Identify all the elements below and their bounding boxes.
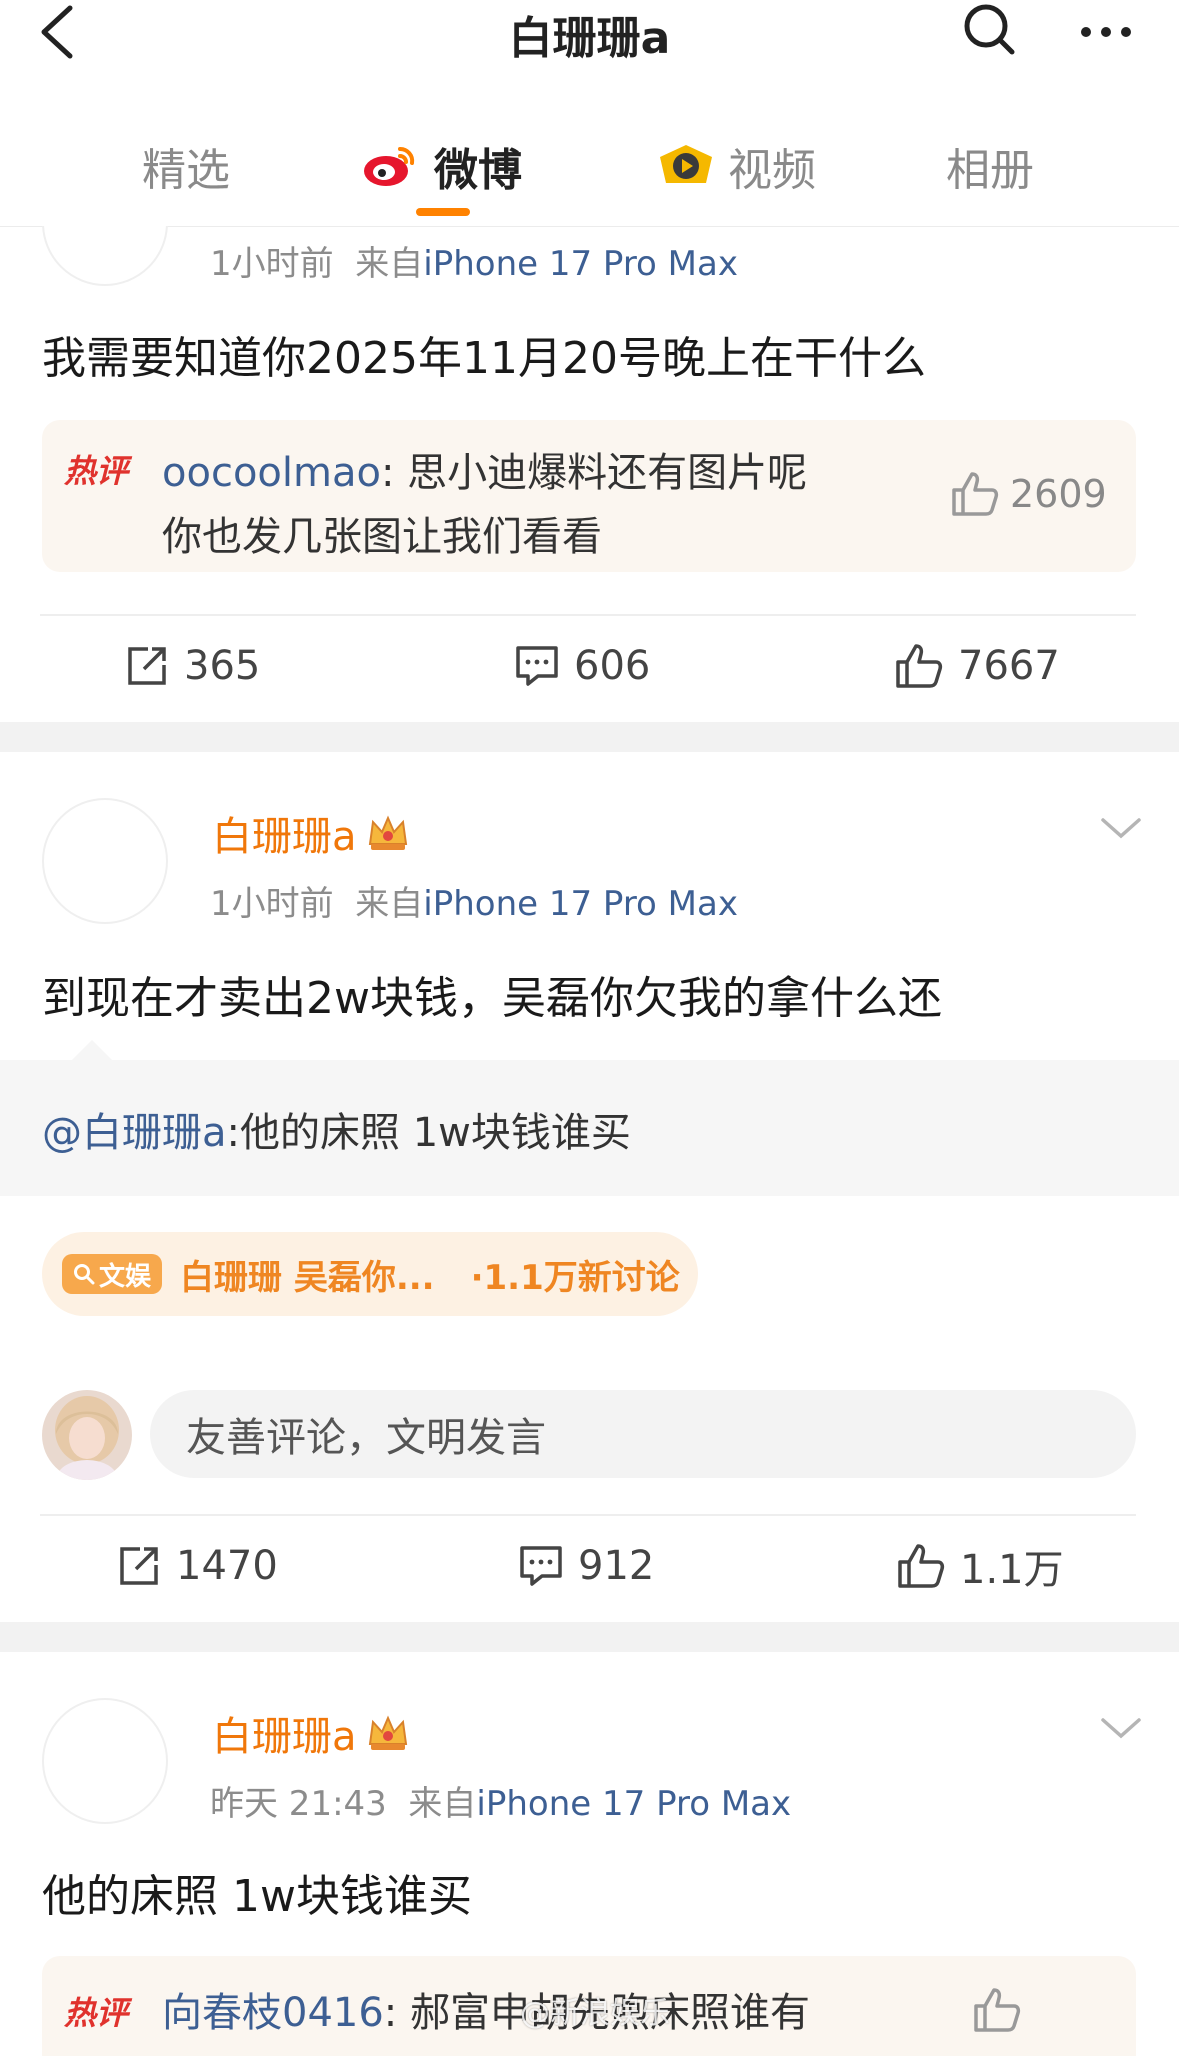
tab-weibo[interactable]: 微博 (360, 136, 522, 196)
reposted-text: @白珊珊a:他的床照 1w块钱谁买 (42, 1100, 631, 1158)
reposted-user[interactable]: @白珊珊a (42, 1110, 227, 1156)
hot-comment-tag: 热评 (64, 1994, 129, 2032)
post-source: iPhone 17 Pro Max (423, 244, 738, 284)
watermark: @新浪娱乐 (520, 1996, 670, 2031)
video-play-icon (660, 145, 712, 183)
tab-label: 视频 (728, 145, 816, 196)
post-source-prefix: 来自 (408, 1784, 477, 1824)
post-action-bar: 365 606 7667 (0, 616, 1179, 716)
thumbs-up-icon (952, 472, 999, 516)
hot-comment-user[interactable]: oocoolmao (162, 450, 381, 496)
search-icon[interactable] (962, 2, 1018, 58)
reposted-content[interactable]: @白珊珊a:他的床照 1w块钱谁买 (0, 1060, 1179, 1196)
repost-count: 365 (184, 643, 261, 689)
tab-album[interactable]: 相册 (946, 136, 1034, 196)
topic-title: 白珊珊 吴磊你... (180, 1257, 435, 1298)
post-separator (0, 722, 1179, 752)
post-time: 昨天 21:43 (210, 1784, 387, 1824)
comment-count: 606 (574, 643, 651, 689)
repost-button[interactable]: 1470 (116, 1516, 278, 1616)
comment-icon (520, 1546, 562, 1586)
post-source-prefix: 来自 (355, 244, 424, 284)
post-text[interactable]: 我需要知道你2025年11月20号晚上在干什么 (42, 322, 926, 386)
username[interactable]: 白珊珊a (212, 804, 357, 862)
hot-comment-line1: 向春枝0416: 郝富申胡先煦床照谁有 (162, 1990, 810, 2036)
comment-input[interactable]: 友善评论，文明发言 (150, 1390, 1136, 1478)
repost-icon (120, 1547, 158, 1585)
thumbs-up-icon (898, 1544, 945, 1588)
post-author[interactable]: 白珊珊a (212, 1704, 411, 1762)
post-time: 1小时前 (210, 244, 334, 284)
post-source: iPhone 17 Pro Max (476, 1784, 792, 1824)
comment-input-placeholder: 友善评论，文明发言 (186, 1415, 546, 1461)
hot-comment-like-count: 2609 (1010, 472, 1107, 516)
topic-badge-label: 文娱 (98, 1261, 151, 1292)
hot-comment-text: 思小迪爆料还有图片呢 (407, 450, 808, 496)
topic-pill[interactable]: 文娱 白珊珊 吴磊你... ·1.1万新讨论 (42, 1232, 698, 1316)
comment-count: 912 (578, 1543, 655, 1589)
hot-comment-line2: 你也发几张图让我们看看 (162, 514, 602, 560)
topic-discussion-count: ·1.1万新讨论 (470, 1257, 680, 1298)
hot-comment[interactable]: 热评 oocoolmao: 思小迪爆料还有图片呢 你也发几张图让我们看看 260… (42, 420, 1136, 572)
post-time: 1小时前 (210, 884, 334, 924)
post-source-prefix: 来自 (355, 884, 424, 924)
hot-comment-tag: 热评 (64, 452, 129, 490)
avatar-image (42, 1390, 132, 1480)
hot-comment-user[interactable]: 向春枝0416 (162, 1990, 384, 2036)
post-author[interactable]: 白珊珊a (212, 804, 411, 862)
post-text[interactable]: 他的床照 1w块钱谁买 (42, 1860, 472, 1924)
chevron-down-icon[interactable] (1100, 1714, 1142, 1742)
weibo-logo-icon (364, 146, 415, 186)
repost-count: 1470 (176, 1543, 278, 1589)
avatar[interactable] (42, 1698, 168, 1824)
reposted-body: :他的床照 1w块钱谁买 (226, 1110, 631, 1156)
thumbs-up-icon (896, 644, 943, 688)
chevron-down-icon[interactable] (1100, 814, 1142, 842)
post-separator (0, 1622, 1179, 1652)
comment-icon (516, 646, 558, 686)
post-meta: 1小时前 来自iPhone 17 Pro Max (210, 236, 738, 285)
hot-comment-like-button[interactable]: 2609 (950, 470, 1107, 518)
post-action-bar: 1470 912 1.1万 (0, 1516, 1179, 1616)
tab-label: 微博 (434, 145, 522, 196)
search-icon (73, 1264, 95, 1285)
post-meta: 1小时前 来自iPhone 17 Pro Max (210, 876, 738, 925)
like-button[interactable]: 7667 (894, 616, 1060, 716)
repost-icon (128, 647, 166, 685)
post-meta: 昨天 21:43 来自iPhone 17 Pro Max (210, 1776, 791, 1825)
current-user-avatar[interactable] (42, 1390, 132, 1480)
thumbs-up-icon[interactable] (972, 1986, 1022, 2034)
post-source: iPhone 17 Pro Max (423, 884, 738, 924)
avatar[interactable] (42, 798, 168, 924)
tab-label: 相册 (946, 145, 1034, 196)
like-button[interactable]: 1.1万 (896, 1516, 1064, 1616)
active-tab-indicator (416, 208, 470, 216)
username[interactable]: 白珊珊a (212, 1704, 357, 1762)
post-text[interactable]: 到现在才卖出2w块钱，吴磊你欠我的拿什么还 (42, 962, 942, 1026)
vip-crown-icon (368, 815, 407, 850)
tab-label: 精选 (142, 145, 230, 196)
top-navigation-bar: 白珊珊a (0, 0, 1179, 97)
hot-comment-line1: oocoolmao: 思小迪爆料还有图片呢 (162, 450, 808, 496)
vip-crown-icon (368, 1715, 407, 1750)
topic-badge: 文娱 (62, 1254, 162, 1294)
tab-featured[interactable]: 精选 (142, 136, 230, 196)
profile-tabs: 精选 微博 视频 相册 (0, 96, 1179, 227)
comment-button[interactable]: 606 (514, 616, 650, 716)
repost-button[interactable]: 365 (124, 616, 260, 716)
repost-pointer (72, 1040, 112, 1060)
tab-video[interactable]: 视频 (654, 136, 816, 196)
like-count: 7667 (958, 643, 1060, 689)
comment-button[interactable]: 912 (518, 1516, 654, 1616)
like-count: 1.1万 (960, 1547, 1064, 1593)
more-options-icon[interactable] (1076, 6, 1136, 56)
